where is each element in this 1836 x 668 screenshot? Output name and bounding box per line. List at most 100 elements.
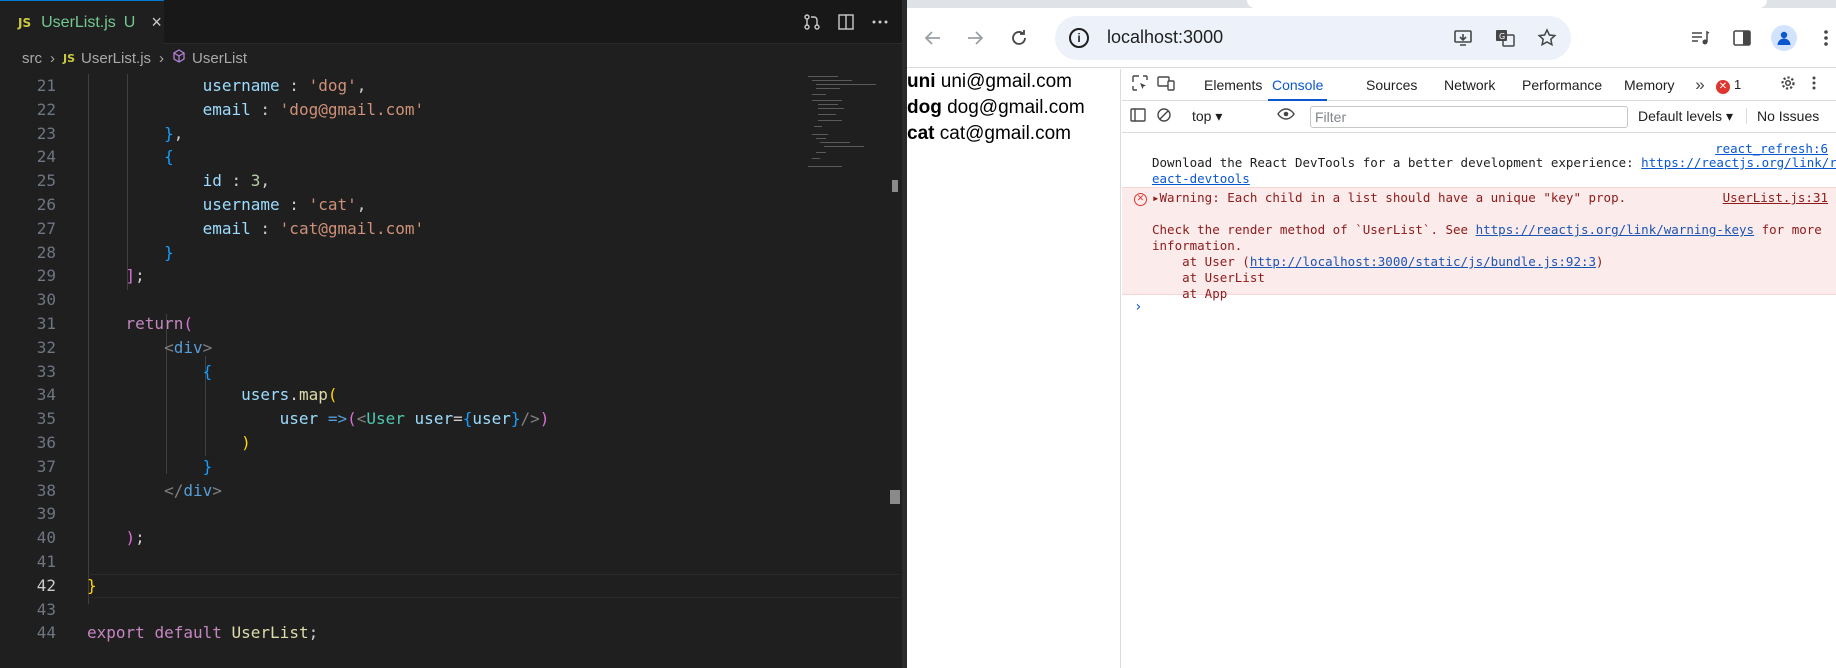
active-browser-tab[interactable] xyxy=(1247,0,1767,8)
code-text[interactable]: ) xyxy=(87,431,251,455)
code-text[interactable]: { xyxy=(87,145,174,169)
code-line[interactable]: 34 users.map( xyxy=(0,383,800,407)
code-line[interactable]: 35 user =>(<User user={user}/>) xyxy=(0,407,800,431)
code-text[interactable]: </div> xyxy=(87,479,222,503)
reload-icon[interactable] xyxy=(1005,24,1033,52)
code-line[interactable]: 25 id : 3, xyxy=(0,169,800,193)
code-text[interactable]: return( xyxy=(87,312,193,336)
code-text[interactable]: { xyxy=(87,360,213,384)
tab-sources[interactable]: Sources xyxy=(1366,69,1417,101)
issues-button[interactable]: No Issues xyxy=(1746,108,1819,124)
clear-console-icon[interactable] xyxy=(1154,107,1174,127)
message-source-link[interactable]: UserList.js:31 xyxy=(1723,190,1828,205)
code-line[interactable]: 44 export default UserList; xyxy=(0,621,800,645)
code-line[interactable]: 37 } xyxy=(0,455,800,479)
code-editor[interactable]: 21 username : 'dog', 22 email : 'dog@gmai… xyxy=(0,74,900,645)
breadcrumb-symbol[interactable]: UserList xyxy=(192,50,247,67)
code-line[interactable]: 31 return( xyxy=(0,312,800,336)
code-text[interactable]: ]; xyxy=(87,264,145,288)
more-actions-icon[interactable] xyxy=(870,12,890,32)
profile-avatar-icon[interactable] xyxy=(1771,25,1797,51)
error-count-badge[interactable]: ✕ 1 xyxy=(1716,77,1741,94)
code-line[interactable]: 21 username : 'dog', xyxy=(0,74,800,98)
split-editor-icon[interactable] xyxy=(836,12,856,32)
warning-keys-link[interactable]: https://reactjs.org/link/warning-keys xyxy=(1476,222,1754,237)
context-selector[interactable]: top ▾ xyxy=(1192,108,1222,125)
tab-memory[interactable]: Memory xyxy=(1624,69,1675,101)
console-prompt-line[interactable]: › xyxy=(1122,295,1836,325)
inspect-element-icon[interactable] xyxy=(1130,75,1150,95)
code-line[interactable]: 22 email : 'dog@gmail.com' xyxy=(0,98,800,122)
settings-gear-icon[interactable] xyxy=(1778,75,1798,95)
forward-icon[interactable] xyxy=(961,24,989,52)
editor-tab-userlist[interactable]: JS UserList.js U × xyxy=(0,0,164,44)
code-text[interactable]: export default UserList; xyxy=(87,621,318,645)
url-text[interactable]: localhost:3000 xyxy=(1107,27,1223,48)
more-tabs-icon[interactable]: » xyxy=(1690,75,1710,95)
code-line[interactable]: 36 ) xyxy=(0,431,800,455)
breadcrumb-file[interactable]: UserList.js xyxy=(81,50,151,67)
code-text[interactable]: id : 3, xyxy=(87,169,270,193)
site-info-icon[interactable]: i xyxy=(1069,28,1089,48)
code-line[interactable]: 23 }, xyxy=(0,122,800,146)
stack-frame-link[interactable]: http://localhost:3000/static/js/bundle.j… xyxy=(1250,254,1596,269)
tab-performance[interactable]: Performance xyxy=(1522,69,1602,101)
code-line[interactable]: 28 } xyxy=(0,241,800,265)
code-text[interactable]: } xyxy=(87,574,97,598)
address-bar[interactable]: i localhost:3000 G xyxy=(1055,16,1571,60)
code-text[interactable]: <div> xyxy=(87,336,212,360)
chevron-right-icon: › xyxy=(159,49,165,67)
code-line[interactable]: 40 ); xyxy=(0,526,800,550)
code-text[interactable]: username : 'cat', xyxy=(87,193,367,217)
source-control-icon[interactable] xyxy=(802,12,822,32)
message-source-link[interactable]: react_refresh:6 xyxy=(1715,141,1828,156)
log-levels-dropdown[interactable]: Default levels ▾ xyxy=(1638,108,1733,125)
browser-menu-icon[interactable] xyxy=(1813,25,1836,51)
code-line[interactable]: 24 { xyxy=(0,145,800,169)
code-text[interactable]: } xyxy=(87,241,174,265)
live-expression-eye-icon[interactable] xyxy=(1276,107,1296,127)
code-line[interactable]: 38 </div> xyxy=(0,479,800,503)
code-line[interactable]: 26 username : 'cat', xyxy=(0,193,800,217)
code-text[interactable]: email : 'cat@gmail.com' xyxy=(87,217,425,241)
back-icon[interactable] xyxy=(919,24,947,52)
media-controls-icon[interactable] xyxy=(1687,25,1713,51)
warning-text: for more xyxy=(1754,222,1822,237)
code-line[interactable]: 29 ]; xyxy=(0,264,800,288)
code-line[interactable]: 32 <div> xyxy=(0,336,800,360)
devtools-menu-icon[interactable] xyxy=(1804,75,1824,95)
code-text[interactable]: }, xyxy=(87,122,183,146)
device-toolbar-icon[interactable] xyxy=(1156,75,1176,95)
code-line[interactable]: 33 { xyxy=(0,360,800,384)
warning-text[interactable]: Warning: Each child in a list should hav… xyxy=(1160,190,1627,205)
sidebar-toggle-icon[interactable] xyxy=(1128,107,1148,127)
code-line[interactable]: 39 xyxy=(0,502,800,526)
devtools-link[interactable]: https://reactjs.org/link/r xyxy=(1641,155,1836,170)
devtools-link-continued[interactable]: eact-devtools xyxy=(1152,171,1250,186)
minimap[interactable] xyxy=(806,74,886,174)
console-filter-input[interactable]: Filter xyxy=(1310,106,1628,128)
tab-console[interactable]: Console xyxy=(1268,69,1328,101)
warning-text: Check the render method of `UserList`. S… xyxy=(1152,222,1476,237)
bookmark-star-icon[interactable] xyxy=(1535,26,1559,50)
tab-elements[interactable]: Elements xyxy=(1204,69,1262,101)
code-line[interactable]: 43 xyxy=(0,598,800,622)
code-line[interactable]: 27 email : 'cat@gmail.com' xyxy=(0,217,800,241)
breadcrumb-folder[interactable]: src xyxy=(22,50,42,67)
code-text[interactable]: email : 'dog@gmail.com' xyxy=(87,98,425,122)
install-app-icon[interactable] xyxy=(1451,26,1475,50)
code-text[interactable]: } xyxy=(87,455,213,479)
side-panel-icon[interactable] xyxy=(1729,25,1755,51)
code-text[interactable]: ); xyxy=(87,526,145,550)
close-tab-icon[interactable]: × xyxy=(151,12,162,33)
expand-triangle-icon[interactable]: ▸ xyxy=(1152,190,1160,205)
code-line[interactable]: 42} xyxy=(0,573,900,598)
code-text[interactable]: username : 'dog', xyxy=(87,74,367,98)
code-text[interactable]: users.map( xyxy=(87,383,337,407)
code-line[interactable]: 30 xyxy=(0,288,800,312)
translate-icon[interactable]: G xyxy=(1493,26,1517,50)
scrollbar-thumb[interactable] xyxy=(890,490,900,504)
code-text[interactable]: user =>(<User user={user}/>) xyxy=(87,407,550,431)
tab-network[interactable]: Network xyxy=(1444,69,1495,101)
code-line[interactable]: 41 xyxy=(0,550,800,574)
